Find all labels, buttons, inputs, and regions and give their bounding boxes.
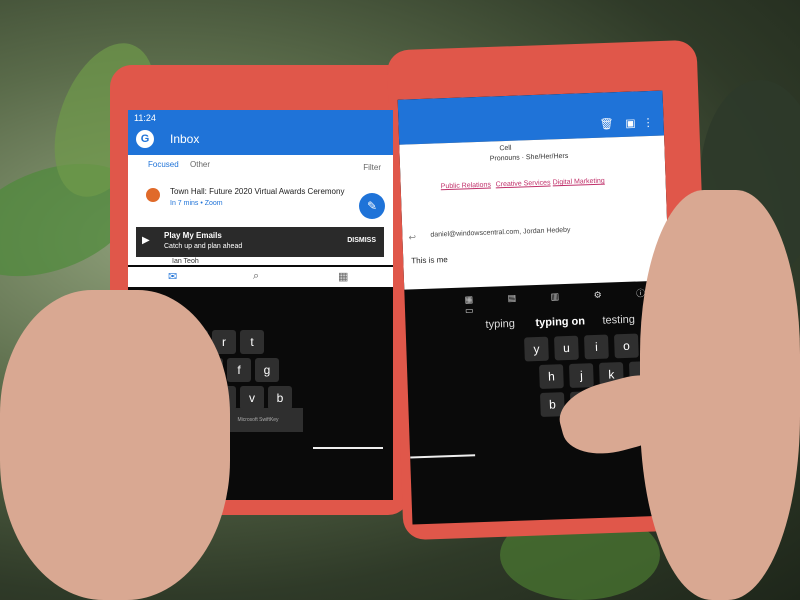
link-public-relations[interactable]: Public Relations (441, 182, 491, 191)
compose-area: Cell Pronouns · She/Her/Hers Public Rela… (399, 135, 670, 290)
right-key-y[interactable]: y (524, 336, 549, 362)
email-meta: In 7 mins • Zoom (170, 200, 223, 207)
contact-cell: Cell (499, 144, 512, 153)
right-key-h[interactable]: h (539, 364, 564, 389)
right-key-o[interactable]: o (613, 333, 639, 359)
link-digital-marketing[interactable]: Digital Marketing (553, 178, 605, 187)
tab-other[interactable]: Other (190, 160, 210, 169)
play-emails-banner[interactable]: ▶ Play My Emails Catch up and plan ahead… (136, 227, 384, 257)
more-icon[interactable]: ⋮ (642, 116, 653, 129)
event-icon (146, 188, 160, 202)
contact-pronouns: Pronouns · She/Her/Hers (489, 152, 569, 163)
right-key-j[interactable]: j (568, 363, 594, 388)
status-time: 11:24 (134, 113, 156, 123)
archive-icon[interactable]: ▣ (625, 116, 636, 129)
calendar-icon[interactable]: ▦ (338, 270, 348, 283)
right-key-u[interactable]: u (554, 335, 579, 361)
left-key-t[interactable]: t (240, 330, 264, 354)
filter-button[interactable]: Filter (363, 163, 381, 172)
suggestion-typing[interactable]: typing (485, 318, 515, 331)
suggestion-typing-on[interactable]: typing on (535, 315, 585, 329)
left-key-g[interactable]: g (255, 358, 279, 382)
delete-icon[interactable]: 🗑 (599, 117, 613, 130)
home-indicator (410, 454, 476, 459)
suggestion-testing[interactable]: testing (602, 314, 635, 327)
compose-button[interactable]: ✎ (359, 193, 385, 219)
search-icon[interactable]: ⌕ (253, 270, 259, 283)
right-screen: 🗑 ▣ ⋮ Cell Pronouns · She/Her/Hers Publi… (397, 90, 678, 525)
compose-body[interactable]: This is me (411, 255, 448, 265)
banner-subtitle: Catch up and plan ahead (164, 243, 243, 250)
play-icon: ▶ (142, 235, 150, 246)
home-indicator (313, 447, 383, 449)
reply-icon: ↩ (408, 232, 417, 243)
link-creative-services[interactable]: Creative Services (496, 179, 551, 188)
email-subject[interactable]: Town Hall: Future 2020 Virtual Awards Ce… (170, 187, 344, 196)
recipients-field[interactable]: daniel@windowscentral.com, Jordan Hedeby (430, 227, 570, 239)
tab-focused[interactable]: Focused (148, 160, 179, 169)
mail-icon[interactable]: ✉ (168, 270, 177, 283)
left-key-v[interactable]: v (240, 386, 264, 410)
google-icon: G (136, 130, 154, 148)
left-hand (0, 290, 230, 600)
banner-title: Play My Emails (164, 231, 222, 240)
partial-sender: Ian Teoh (172, 258, 392, 265)
inbox-title: Inbox (170, 132, 200, 146)
keyboard-toolbar: ▦ ▤ ▥ ⚙ ⓘ ▭ (464, 287, 662, 316)
right-key-i[interactable]: i (584, 334, 609, 360)
left-key-f[interactable]: f (227, 358, 251, 382)
dismiss-button[interactable]: DISMISS (347, 237, 376, 244)
left-app-bar: 11:24 G Inbox (128, 110, 393, 155)
bottom-nav: ✉ ⌕ ▦ (128, 267, 393, 287)
left-key-b[interactable]: b (268, 386, 292, 410)
